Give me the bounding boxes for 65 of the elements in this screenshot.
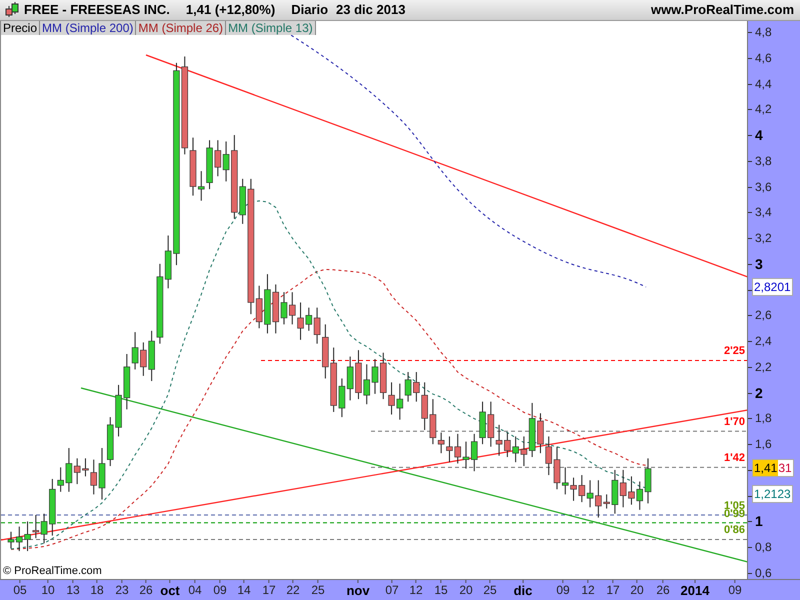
price-tick-label: 1 [755, 514, 763, 528]
legend-item: Precio [1, 21, 40, 35]
candlestick-icon [4, 2, 20, 18]
instrument-name: FREE - FREESEAS INC. [24, 1, 170, 20]
price-tick-label: 1,8 [755, 411, 772, 426]
price-tick-label: 3 [755, 256, 763, 271]
price-tick-label: 3,4 [755, 205, 772, 220]
date-tick-label: 20 [459, 583, 473, 598]
date-tick-label: 14 [237, 583, 251, 598]
date-tick-label: 26 [656, 583, 670, 598]
price-tick-label: 4 [755, 128, 763, 142]
date-tick-label: 22 [286, 583, 300, 598]
price-tick-label: 1,6 [755, 437, 772, 452]
legend-item: MM (Simple 26) [136, 21, 226, 35]
level-label: 0'99 [724, 508, 745, 521]
date-tick-label: 23 [115, 583, 129, 598]
price-tick-label: 2 [755, 386, 763, 400]
price-tick-label: 4,2 [755, 102, 772, 116]
site-link[interactable]: www.ProRealTime.com [650, 0, 796, 20]
date-tick-label: 05 [13, 583, 27, 598]
price-tick-label: 3,8 [755, 154, 772, 168]
period-label: Diario [291, 1, 328, 20]
date-tick-label: 04 [188, 583, 202, 598]
price-tick-label: 2,6 [755, 308, 772, 322]
date-tick-label: 26 [139, 583, 153, 598]
price-tick-label: 4,4 [755, 76, 772, 91]
date-tick-label: 20 [630, 583, 644, 598]
price-tick-label: 3,2 [755, 231, 772, 246]
level-label: 2'25 [724, 345, 745, 358]
date-tick-label: 12 [581, 583, 595, 598]
copyright-text: © ProRealTime.com [3, 565, 102, 578]
date-tick-label: 2014 [680, 583, 710, 598]
date-tick-label: 18 [90, 583, 104, 598]
date-tick-label: 25 [483, 583, 497, 598]
legend-item: MM (Simple 200) [40, 21, 136, 35]
date-tick-label: 15 [434, 583, 448, 598]
date-tick-label: 17 [262, 583, 276, 598]
price-tick-label: 0,8 [755, 540, 772, 554]
date-tick-label: 09 [728, 583, 742, 598]
price-tick-label: 2,4 [755, 334, 772, 348]
level-label: 1'42 [724, 452, 745, 466]
level-label: 1'70 [724, 416, 745, 430]
price-tick-label: 2,2 [755, 360, 772, 374]
date-tick-label: 07 [385, 583, 399, 598]
price-tag: 2,8201 [752, 278, 793, 296]
date-tick-label: oct [160, 583, 180, 598]
date-label: 23 dic 2013 [336, 1, 406, 20]
date-tick-label: 09 [213, 583, 227, 598]
date-tick-label: dic [514, 583, 532, 598]
date-tick-label: nov [346, 583, 370, 598]
date-tick-label: 10 [41, 583, 55, 598]
legend-item: MM (Simple 13) [226, 21, 316, 35]
price-quote: 1,41 (+12,80%) [186, 1, 276, 20]
level-label: 0'86 [724, 524, 745, 538]
date-tick-label: 12 [409, 583, 423, 598]
date-tick-label: 17 [606, 583, 620, 598]
price-tag: 1,4131 [752, 459, 794, 478]
date-tick-label: 13 [66, 583, 80, 598]
price-tag: 1,2123 [752, 485, 793, 504]
price-tick-label: 0,6 [755, 566, 772, 580]
price-tick-label: 4,6 [755, 50, 772, 65]
price-tick-label: 4,8 [755, 25, 772, 39]
date-tick-label: 09 [556, 583, 570, 598]
price-tick-label: 3,6 [755, 180, 772, 194]
date-tick-label: 25 [311, 583, 325, 598]
